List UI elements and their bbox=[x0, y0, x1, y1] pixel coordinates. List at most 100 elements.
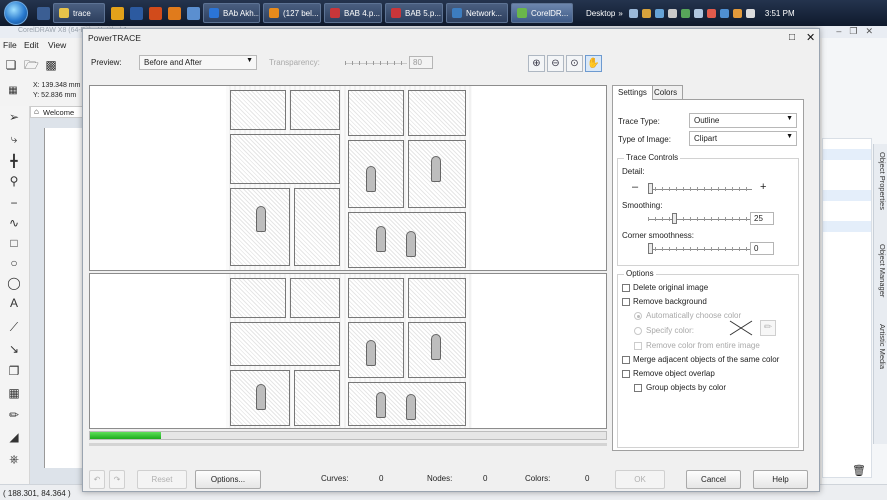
auto-choose-color-radio[interactable] bbox=[634, 312, 642, 320]
transparency-tool-icon[interactable]: ▦ bbox=[7, 386, 21, 400]
taskbar-item-browser[interactable]: (127 bel... bbox=[263, 3, 321, 23]
docker-tab-artistic-media[interactable]: Artistic Media bbox=[875, 324, 887, 369]
tray-app-icon[interactable] bbox=[680, 8, 690, 18]
docker-tab-object-manager[interactable]: Object Manager bbox=[875, 244, 887, 297]
app-icon[interactable] bbox=[187, 6, 200, 20]
tray-app-icon[interactable] bbox=[693, 8, 703, 18]
document-tab-welcome[interactable]: ⌂ Welcome bbox=[30, 106, 88, 118]
taskbar-item-trace[interactable]: trace bbox=[53, 3, 105, 23]
toolbar-overflow-chevron[interactable]: » bbox=[618, 9, 622, 18]
taskbar-item-bab5[interactable]: BAB 5.p... bbox=[385, 3, 443, 23]
ok-button[interactable]: OK bbox=[615, 470, 665, 489]
smoothing-slider-thumb[interactable] bbox=[672, 213, 677, 224]
open-icon[interactable]: 🗁 bbox=[24, 58, 39, 72]
help-button[interactable]: Help bbox=[753, 470, 808, 489]
drawing-canvas[interactable] bbox=[30, 118, 88, 484]
tab-settings[interactable]: Settings bbox=[612, 85, 653, 100]
new-document-icon[interactable]: ❏ bbox=[4, 58, 18, 72]
desktop-toolbar-label[interactable]: Desktop bbox=[586, 9, 615, 18]
signal-icon[interactable] bbox=[745, 8, 755, 18]
detail-slider-thumb[interactable] bbox=[648, 183, 653, 194]
eyedropper-icon[interactable]: ✏ bbox=[760, 320, 776, 336]
crop-tool-icon[interactable]: ╋ bbox=[7, 154, 21, 168]
corner-smoothness-value-input[interactable]: 0 bbox=[750, 242, 774, 255]
menu-file[interactable]: File bbox=[3, 40, 17, 50]
remove-overlap-checkbox[interactable] bbox=[622, 370, 630, 378]
docker-tab-object-properties[interactable]: Object Properties bbox=[875, 152, 887, 210]
ellipse-tool-icon[interactable]: ○ bbox=[7, 256, 21, 270]
clock[interactable]: 3:51 PM bbox=[765, 9, 795, 18]
polygon-tool-icon[interactable]: ◯ bbox=[7, 276, 21, 290]
firefox-icon[interactable] bbox=[149, 6, 162, 20]
detail-increase-icon[interactable]: + bbox=[760, 181, 766, 193]
image-type-select[interactable]: Clipart ▼ bbox=[689, 131, 797, 146]
artistic-media-tool-icon[interactable]: ∿ bbox=[7, 216, 21, 230]
parallel-dimension-tool-icon[interactable]: ⟋ bbox=[7, 320, 21, 334]
corel-window-controls[interactable]: –❐✕ bbox=[836, 26, 881, 37]
merge-adjacent-checkbox[interactable] bbox=[622, 356, 630, 364]
preview-mode-select[interactable]: Before and After ▼ bbox=[139, 55, 257, 70]
taskbar-item-coreldraw[interactable]: CorelDR... bbox=[511, 3, 573, 23]
tab-colors[interactable]: Colors bbox=[648, 85, 684, 100]
tray-app-icon[interactable] bbox=[667, 8, 677, 18]
rectangle-tool-icon[interactable]: □ bbox=[7, 236, 21, 250]
taskbar-item-network[interactable]: Network... bbox=[446, 3, 508, 23]
interactive-fill-icon[interactable]: ◢ bbox=[7, 430, 21, 444]
volume-icon[interactable] bbox=[628, 8, 638, 18]
tray-app-icon[interactable] bbox=[719, 8, 729, 18]
connector-tool-icon[interactable]: ↘ bbox=[7, 342, 21, 356]
smart-fill-icon[interactable]: ⎈ bbox=[7, 452, 21, 466]
color-eyedropper-icon[interactable]: ✏ bbox=[7, 408, 21, 422]
after-preview-pane[interactable] bbox=[89, 273, 607, 429]
zoom-in-icon[interactable]: ⊕ bbox=[528, 55, 545, 72]
remove-color-entire-checkbox[interactable] bbox=[634, 342, 642, 350]
zoom-out-icon[interactable]: ⊖ bbox=[547, 55, 564, 72]
taskbar-item-bab4[interactable]: BAB 4.p... bbox=[324, 3, 382, 23]
detail-decrease-icon[interactable]: – bbox=[632, 181, 638, 193]
save-icon[interactable]: ▩ bbox=[44, 58, 58, 72]
transparency-value[interactable]: 80 bbox=[409, 56, 433, 69]
photoshop-icon[interactable] bbox=[130, 6, 143, 20]
text-tool-icon[interactable]: A bbox=[7, 296, 21, 310]
menu-view[interactable]: View bbox=[48, 40, 66, 50]
redo-icon[interactable]: ↷ bbox=[109, 470, 125, 489]
freehand-tool-icon[interactable]: − bbox=[7, 196, 21, 210]
pan-hand-icon[interactable]: ✋ bbox=[585, 55, 602, 72]
page-size-icon[interactable]: ▦ bbox=[6, 84, 20, 98]
start-button[interactable] bbox=[4, 1, 28, 25]
before-preview-pane[interactable] bbox=[89, 85, 607, 271]
maximize-button[interactable]: □ bbox=[789, 32, 795, 43]
trace-type-select[interactable]: Outline ▼ bbox=[689, 113, 797, 128]
specify-color-radio[interactable] bbox=[634, 327, 642, 335]
no-color-swatch-icon[interactable] bbox=[728, 319, 754, 337]
object-properties-docker bbox=[822, 138, 872, 478]
reset-button[interactable]: Reset bbox=[137, 470, 187, 489]
chrome-icon[interactable] bbox=[111, 6, 124, 20]
taskbar-item-bab-akhir[interactable]: BAb Akh... bbox=[203, 3, 260, 23]
pick-tool-icon[interactable]: ➢ bbox=[7, 110, 21, 124]
tray-app-icon[interactable] bbox=[732, 8, 742, 18]
menu-edit[interactable]: Edit bbox=[24, 40, 39, 50]
tray-app-icon[interactable] bbox=[641, 8, 651, 18]
word-icon bbox=[209, 8, 219, 18]
smoothing-value-input[interactable]: 25 bbox=[750, 212, 774, 225]
trash-icon[interactable]: 🗑 bbox=[852, 464, 866, 477]
cancel-button[interactable]: Cancel bbox=[686, 470, 741, 489]
tray-app-icon[interactable] bbox=[654, 8, 664, 18]
document-tab-label: Welcome bbox=[43, 108, 75, 117]
zoom-tool-icon[interactable]: ⚲ bbox=[7, 174, 21, 188]
options-button[interactable]: Options... bbox=[195, 470, 261, 489]
media-icon[interactable] bbox=[168, 6, 181, 20]
corner-smoothness-slider-thumb[interactable] bbox=[648, 243, 653, 254]
remove-background-checkbox[interactable] bbox=[622, 298, 630, 306]
tray-app-icon[interactable] bbox=[706, 8, 716, 18]
group-by-color-checkbox[interactable] bbox=[634, 384, 642, 392]
undo-icon[interactable]: ↶ bbox=[89, 470, 105, 489]
drop-shadow-tool-icon[interactable]: ❐ bbox=[7, 364, 21, 378]
delete-original-checkbox[interactable] bbox=[622, 284, 630, 292]
close-button[interactable]: ✕ bbox=[806, 31, 815, 44]
zoom-fit-icon[interactable]: ⊙ bbox=[566, 55, 583, 72]
object-position[interactable]: X: 139.348 mm Y: 52.836 mm bbox=[33, 81, 80, 101]
show-desktop-icon[interactable] bbox=[37, 6, 50, 20]
shape-tool-icon[interactable]: ⤷ bbox=[7, 132, 21, 146]
